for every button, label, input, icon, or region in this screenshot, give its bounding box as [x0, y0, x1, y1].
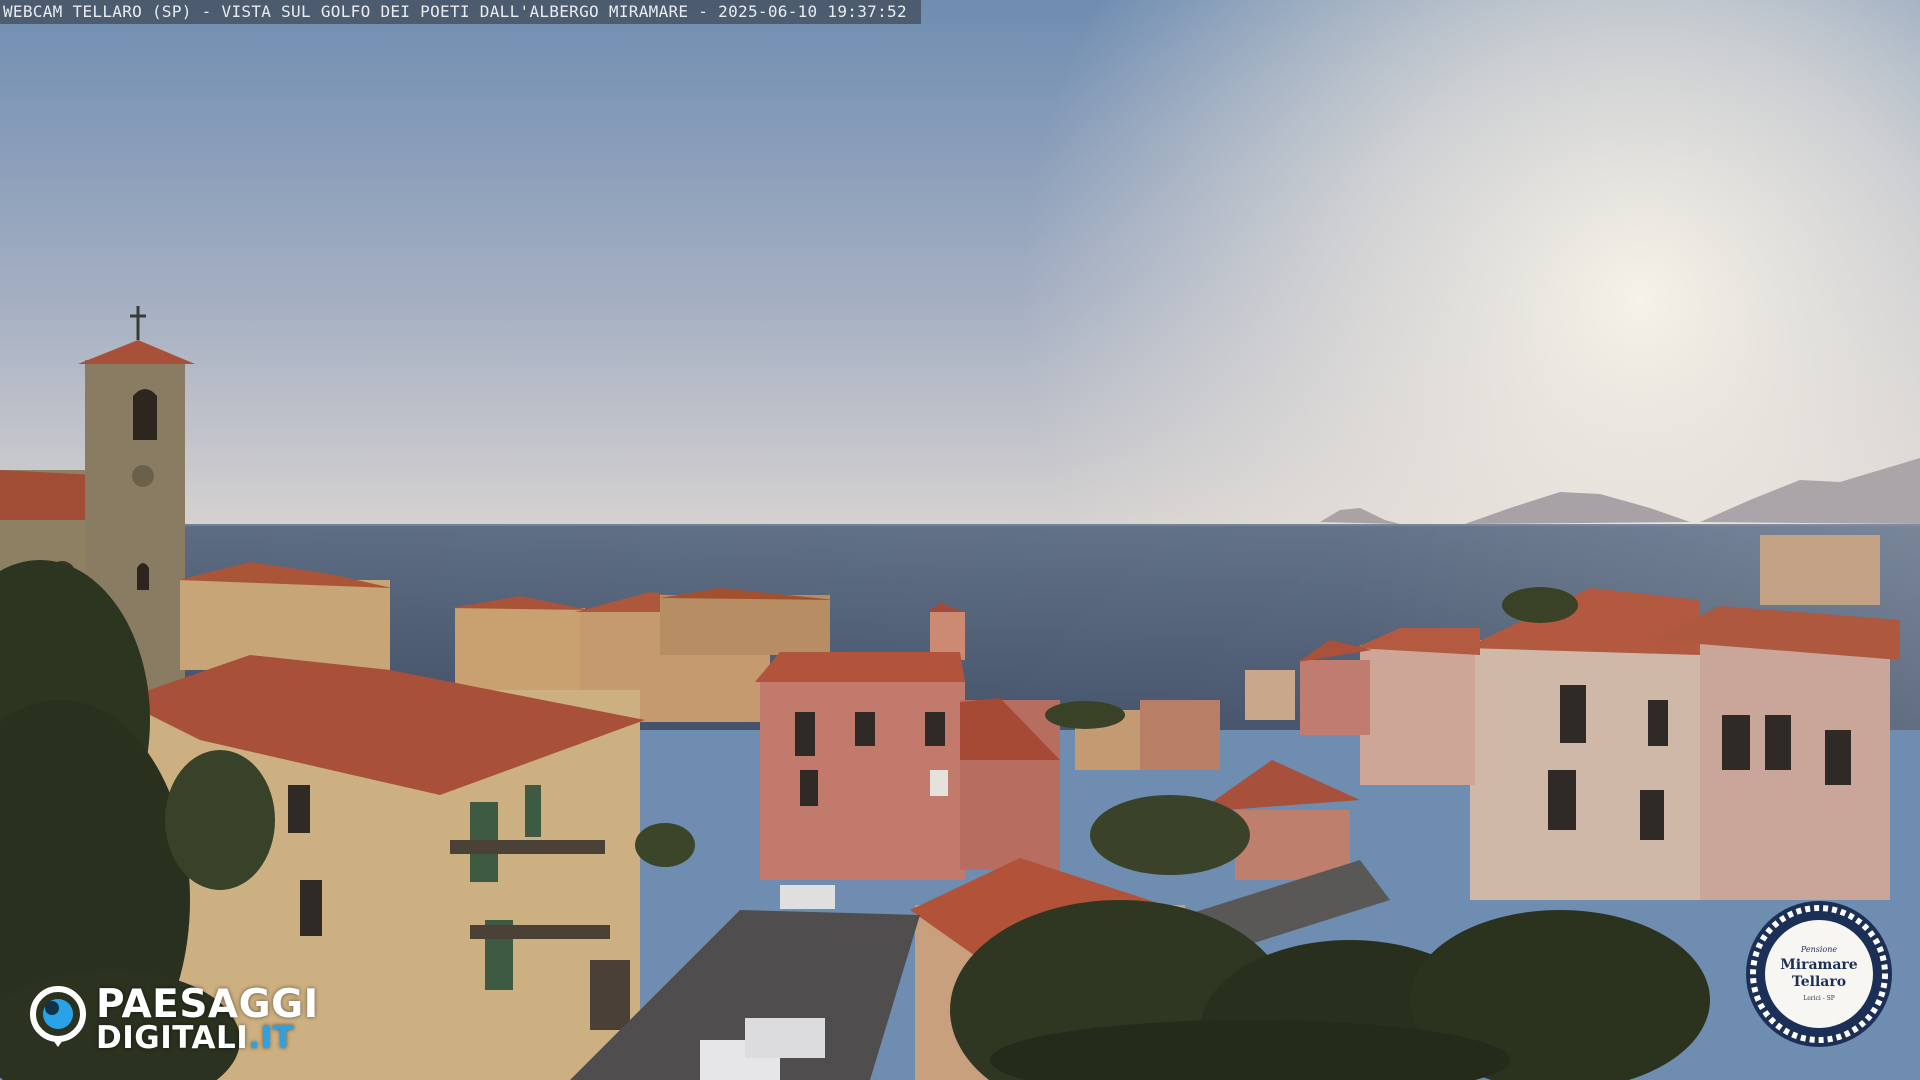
webcam-scene	[0, 0, 1920, 1080]
miramare-tellaro-seal: Pensione Miramare Tellaro Lerici - SP	[1744, 899, 1894, 1049]
seal-small-text: Lerici - SP	[1803, 995, 1835, 1002]
paesaggi-digitali-watermark: PAESAGGI DIGITALI.IT	[28, 980, 348, 1060]
eye-logo-icon	[28, 986, 88, 1048]
seal-top-text: Pensione	[1800, 945, 1838, 954]
timestamp-caption: WEBCAM TELLARO (SP) - VISTA SUL GOLFO DE…	[0, 0, 921, 24]
seal-name-line2: Tellaro	[1791, 974, 1847, 990]
watermark-line2-suffix: .IT	[248, 1020, 295, 1056]
sun-glow	[0, 0, 1920, 530]
seal-name-line1: Miramare	[1780, 957, 1858, 973]
watermark-line2-main: DIGITALI	[96, 1020, 249, 1056]
watermark-line2: DIGITALI.IT	[96, 1020, 294, 1056]
